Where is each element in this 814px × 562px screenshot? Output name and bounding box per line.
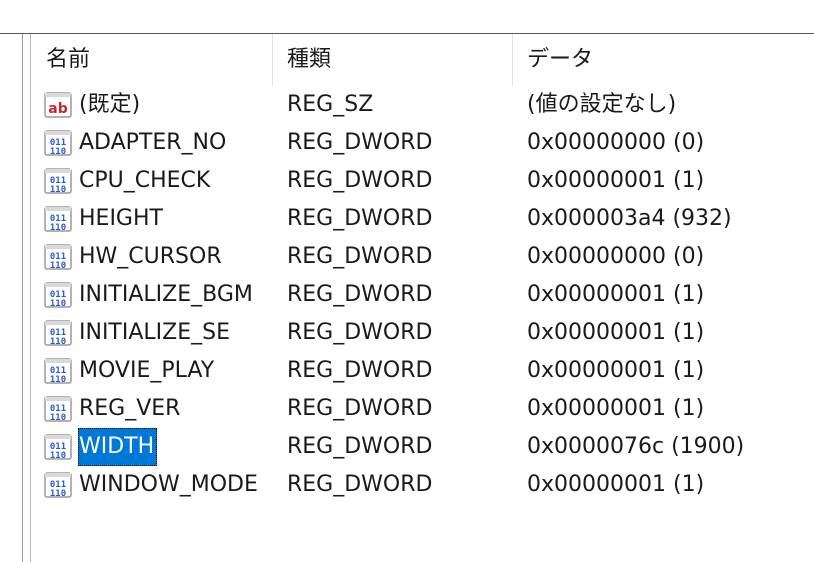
binary-value-icon: 011 110 xyxy=(43,356,73,386)
value-data: 0x00000001 (1) xyxy=(527,320,705,345)
value-list[interactable]: 名前 種類 データ ab (既定) REG_SZ (値の設定なし) 011 110 ADAP… xyxy=(32,34,814,562)
value-type: REG_DWORD xyxy=(287,472,433,497)
svg-text:110: 110 xyxy=(50,147,66,157)
value-data: 0x000003a4 (932) xyxy=(527,206,732,231)
pane-splitter[interactable] xyxy=(30,34,31,562)
value-data: 0x00000000 (0) xyxy=(527,244,705,269)
svg-text:110: 110 xyxy=(50,299,66,309)
value-name: HEIGHT xyxy=(79,206,163,231)
value-data: 0x00000000 (0) xyxy=(527,130,705,155)
value-row[interactable]: 011 110 CPU_CHECK REG_DWORD 0x00000001 (1) xyxy=(32,162,814,200)
value-data: 0x00000001 (1) xyxy=(527,358,705,383)
binary-value-icon: 011 110 xyxy=(43,242,73,272)
key-tree-pane[interactable] xyxy=(0,34,23,562)
value-data: (値の設定なし) xyxy=(527,92,677,117)
value-data: 0x00000001 (1) xyxy=(527,168,705,193)
value-type: REG_SZ xyxy=(287,92,374,117)
binary-value-icon: 011 110 xyxy=(43,318,73,348)
string-value-icon: ab xyxy=(43,90,73,120)
value-type: REG_DWORD xyxy=(287,396,433,421)
value-row[interactable]: 011 110 INITIALIZE_SE REG_DWORD 0x00000001 (… xyxy=(32,314,814,352)
binary-value-icon: 011 110 xyxy=(43,432,73,462)
value-row[interactable]: ab (既定) REG_SZ (値の設定なし) xyxy=(32,86,814,124)
svg-text:110: 110 xyxy=(50,375,66,385)
binary-value-icon: 011 110 xyxy=(43,280,73,310)
value-name: CPU_CHECK xyxy=(79,168,211,193)
value-name: REG_VER xyxy=(79,396,181,421)
value-row[interactable]: 011 110 MOVIE_PLAY REG_DWORD 0x00000001 (1) xyxy=(32,352,814,390)
binary-value-icon: 011 110 xyxy=(43,166,73,196)
value-name: INITIALIZE_BGM xyxy=(79,282,253,307)
svg-text:ab: ab xyxy=(48,101,67,117)
value-type: REG_DWORD xyxy=(287,434,433,459)
svg-text:110: 110 xyxy=(50,489,66,499)
binary-value-icon: 011 110 xyxy=(43,470,73,500)
value-rows: ab (既定) REG_SZ (値の設定なし) 011 110 ADAPTER_NO REG_… xyxy=(32,86,814,504)
svg-text:110: 110 xyxy=(50,261,66,271)
value-type: REG_DWORD xyxy=(287,282,433,307)
binary-value-icon: 011 110 xyxy=(43,128,73,158)
column-header-type[interactable]: 種類 xyxy=(273,34,513,86)
value-row[interactable]: 011 110 HW_CURSOR REG_DWORD 0x00000000 (0) xyxy=(32,238,814,276)
value-data: 0x00000001 (1) xyxy=(527,396,705,421)
column-header-name[interactable]: 名前 xyxy=(32,34,273,86)
value-type: REG_DWORD xyxy=(287,244,433,269)
value-row[interactable]: 011 110 REG_VER REG_DWORD 0x00000001 (1) xyxy=(32,390,814,428)
value-row[interactable]: 011 110 WIDTH REG_DWORD 0x0000076c (1900) xyxy=(32,428,814,466)
column-header-data[interactable]: データ xyxy=(513,34,814,86)
value-row[interactable]: 011 110 ADAPTER_NO REG_DWORD 0x00000000 (0) xyxy=(32,124,814,162)
registry-editor-window: 名前 種類 データ ab (既定) REG_SZ (値の設定なし) 011 110 ADAP… xyxy=(0,0,814,562)
svg-text:110: 110 xyxy=(50,223,66,233)
svg-text:110: 110 xyxy=(50,337,66,347)
list-header: 名前 種類 データ xyxy=(32,34,814,86)
svg-text:110: 110 xyxy=(50,451,66,461)
value-type: REG_DWORD xyxy=(287,206,433,231)
value-data: 0x00000001 (1) xyxy=(527,472,705,497)
value-type: REG_DWORD xyxy=(287,320,433,345)
value-row[interactable]: 011 110 WINDOW_MODE REG_DWORD 0x00000001 (1) xyxy=(32,466,814,504)
value-name: ADAPTER_NO xyxy=(79,130,227,155)
value-row[interactable]: 011 110 INITIALIZE_BGM REG_DWORD 0x00000001 … xyxy=(32,276,814,314)
svg-text:110: 110 xyxy=(50,185,66,195)
value-name: WIDTH xyxy=(78,428,158,466)
value-name: MOVIE_PLAY xyxy=(79,358,215,383)
value-type: REG_DWORD xyxy=(287,168,433,193)
value-type: REG_DWORD xyxy=(287,358,433,383)
binary-value-icon: 011 110 xyxy=(43,394,73,424)
svg-text:110: 110 xyxy=(50,413,66,423)
value-name: INITIALIZE_SE xyxy=(79,320,230,345)
value-name: WINDOW_MODE xyxy=(79,472,258,497)
value-data: 0x0000076c (1900) xyxy=(527,434,745,459)
value-type: REG_DWORD xyxy=(287,130,433,155)
value-data: 0x00000001 (1) xyxy=(527,282,705,307)
value-name: (既定) xyxy=(79,92,141,117)
value-name: HW_CURSOR xyxy=(79,244,222,269)
address-bar-area xyxy=(0,0,814,34)
binary-value-icon: 011 110 xyxy=(43,204,73,234)
value-row[interactable]: 011 110 HEIGHT REG_DWORD 0x000003a4 (932) xyxy=(32,200,814,238)
